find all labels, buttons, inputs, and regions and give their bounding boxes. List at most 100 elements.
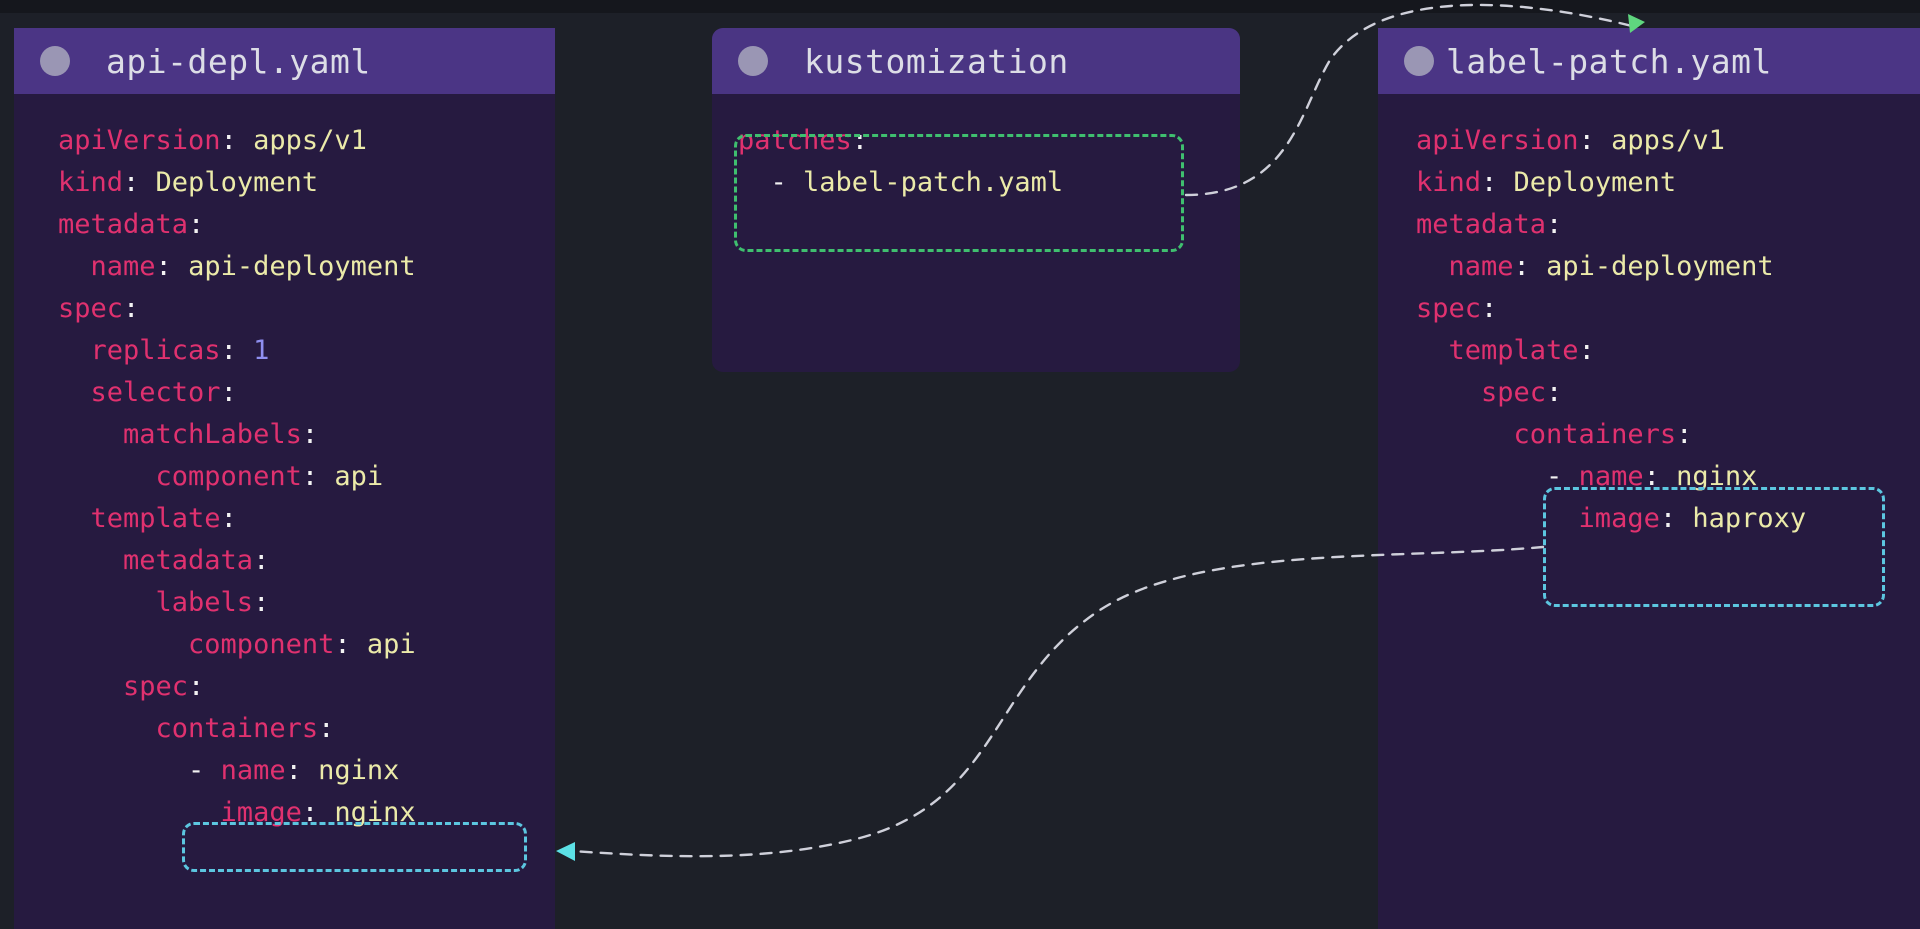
code-line: - name: nginx (58, 750, 416, 792)
top-strip (0, 0, 1920, 13)
panel-api-depl-yaml: api-depl.yaml apiVersion: apps/v1 kind: D… (14, 28, 555, 929)
code-token: spec (1416, 377, 1547, 408)
code-token: api-deployment (1546, 251, 1774, 282)
code-token: : (1578, 335, 1595, 366)
code-token: : (123, 293, 140, 324)
code-token: component (58, 629, 335, 660)
code-token: : (285, 755, 319, 786)
file-status-dot-icon (1404, 46, 1434, 76)
code-token: : (123, 167, 156, 198)
code-token: patches (738, 125, 852, 156)
code-token: Deployment (155, 167, 319, 198)
code-token: : (318, 713, 335, 744)
code-line: spec: (58, 288, 416, 330)
code-line: kind: Deployment (1416, 162, 1806, 204)
code-line: spec: (58, 666, 416, 708)
code-token: : (253, 545, 270, 576)
code-token: spec (58, 293, 124, 324)
code-line: component: api (58, 456, 416, 498)
code-token: component (58, 461, 302, 492)
code-token: template (1416, 335, 1579, 366)
code-line: apiVersion: apps/v1 (1416, 120, 1806, 162)
code-token: spec (1416, 293, 1482, 324)
code-line: kind: Deployment (58, 162, 416, 204)
code-token: name (1416, 251, 1514, 282)
panel-title-label-patch-yaml: label-patch.yaml (1446, 41, 1772, 81)
code-line: containers: (1416, 414, 1806, 456)
code-token: : (334, 629, 367, 660)
panel-title-kustomization: kustomization (804, 41, 1069, 81)
code-token: image (58, 797, 302, 828)
panel-title-api-depl-yaml: api-depl.yaml (106, 41, 371, 81)
code-line: replicas: 1 (58, 330, 416, 372)
code-token: : (1643, 461, 1677, 492)
code-line: metadata: (58, 540, 416, 582)
code-line: apiVersion: apps/v1 (58, 120, 416, 162)
code-token: label-patch.yaml (803, 167, 1064, 198)
code-token: nginx (318, 755, 400, 786)
code-token: : (301, 419, 319, 450)
file-status-dot-icon (40, 46, 70, 76)
code-token: : (220, 503, 237, 534)
code-token: image (1416, 503, 1660, 534)
code-line: spec: (1416, 288, 1806, 330)
code-line: - name: nginx (1416, 456, 1806, 498)
code-token: : (253, 587, 270, 618)
code-line: patches: (738, 120, 1063, 162)
code-token: : (155, 251, 189, 282)
code-token: metadata (58, 209, 189, 240)
code-token: apiVersion (58, 125, 221, 156)
code-token: haproxy (1692, 503, 1807, 534)
code-line: matchLabels: (58, 414, 416, 456)
code-token: : (220, 377, 237, 408)
file-status-dot-icon (738, 46, 768, 76)
code-token: metadata (58, 545, 254, 576)
code-line: - label-patch.yaml (738, 162, 1064, 204)
code-line: component: api (58, 624, 416, 666)
panel-header-api-depl-yaml[interactable]: api-depl.yaml (14, 28, 555, 94)
code-token: replicas (58, 335, 221, 366)
code-line: name: api-deployment (1416, 246, 1806, 288)
code-line: selector: (58, 372, 416, 414)
panel-header-kustomization[interactable]: kustomization (712, 28, 1240, 94)
code-token: : (1546, 377, 1563, 408)
code-token: : (188, 209, 205, 240)
code-token: apps/v1 (1611, 125, 1725, 156)
arrowhead-cyan-icon (556, 842, 575, 861)
code-token: : (1578, 125, 1612, 156)
code-token: selector (58, 377, 221, 408)
code-token: api (334, 461, 384, 492)
code-token: : (220, 125, 254, 156)
code-token: name (1578, 461, 1644, 492)
panel-kustomization: kustomization patches: - label-patch.yam… (712, 28, 1240, 372)
code-line: spec: (1416, 372, 1806, 414)
code-token: template (58, 503, 221, 534)
diagram-canvas: api-depl.yaml apiVersion: apps/v1 kind: D… (0, 0, 1920, 929)
code-token: kind (58, 167, 124, 198)
code-token: : (851, 125, 869, 156)
code-token: Deployment (1513, 167, 1677, 198)
code-line: labels: (58, 582, 416, 624)
code-token: containers (1416, 419, 1677, 450)
code-block-kustomization: patches: - label-patch.yaml (738, 120, 1063, 204)
code-line: metadata: (1416, 204, 1806, 246)
code-token: spec (58, 671, 189, 702)
code-token: kind (1416, 167, 1482, 198)
panel-label-patch-yaml: label-patch.yaml apiVersion: apps/v1 kind… (1378, 28, 1920, 929)
code-token: nginx (334, 797, 416, 828)
code-line: template: (1416, 330, 1806, 372)
code-token: labels (58, 587, 254, 618)
code-line: image: nginx (58, 792, 416, 834)
code-token: metadata (1416, 209, 1547, 240)
code-line: template: (58, 498, 416, 540)
code-token: : (1659, 503, 1693, 534)
panel-header-label-patch-yaml[interactable]: label-patch.yaml (1378, 28, 1920, 94)
code-token: : (1481, 167, 1514, 198)
code-token: matchLabels (58, 419, 302, 450)
code-token: : (301, 797, 335, 828)
code-line: name: api-deployment (58, 246, 416, 288)
code-token: : (301, 461, 335, 492)
code-token: : (1676, 419, 1693, 450)
code-token: : (1513, 251, 1547, 282)
code-token: api-deployment (188, 251, 416, 282)
